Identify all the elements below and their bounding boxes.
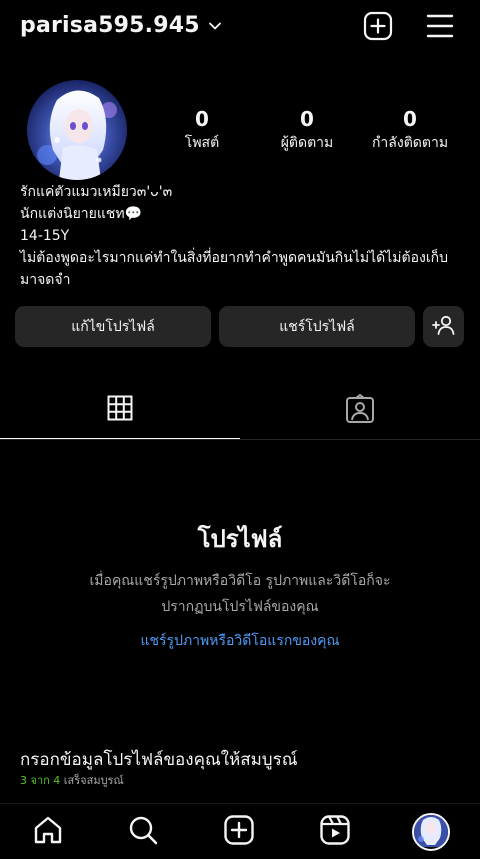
followers-number: 0 bbox=[300, 107, 314, 131]
posts-count: 0 โพสต์ bbox=[147, 106, 257, 154]
nav-create[interactable] bbox=[221, 814, 257, 850]
followers-count[interactable]: 0 ผู้ติดตาม bbox=[252, 106, 362, 154]
nav-reels[interactable] bbox=[317, 814, 353, 850]
profile-tabs bbox=[0, 382, 480, 440]
grid-icon bbox=[107, 395, 133, 425]
tab-tagged[interactable] bbox=[240, 382, 480, 440]
tagged-icon bbox=[345, 394, 375, 428]
discover-people-button[interactable] bbox=[423, 306, 464, 347]
following-number: 0 bbox=[403, 107, 417, 131]
plus-square-icon bbox=[363, 11, 393, 45]
complete-profile-progress: 3 จาก 4 เสร็จสมบูรณ์ bbox=[20, 773, 298, 789]
bio-line: นักแต่งนิยายแชท💬 bbox=[20, 206, 143, 222]
following-count[interactable]: 0 กำลังติดตาม bbox=[355, 106, 465, 154]
username: parisa595.945 bbox=[20, 13, 200, 38]
share-profile-button[interactable]: แชร์โปรไฟล์ bbox=[219, 306, 415, 347]
empty-title: โปรไฟล์ bbox=[197, 525, 283, 553]
progress-suffix: เสร็จสมบูรณ์ bbox=[63, 774, 124, 787]
empty-description: เมื่อคุณแชร์รูปภาพหรือวิดีโอ รูปภาพและวิ… bbox=[89, 573, 391, 615]
top-bar: parisa595.945 bbox=[0, 0, 480, 56]
complete-profile-title: กรอกข้อมูลโปรไฟล์ของคุณให้สมบูรณ์ bbox=[20, 750, 298, 770]
bio-line: 14-15Y bbox=[20, 228, 70, 244]
hamburger-menu-icon bbox=[426, 13, 454, 43]
profile-avatar bbox=[414, 815, 448, 849]
bio-line: รักแค่ตัวแมวเหมียว๓'ᴗ'๓ bbox=[20, 184, 173, 200]
add-person-icon bbox=[431, 314, 456, 340]
nav-search[interactable] bbox=[125, 814, 161, 850]
tab-posts-grid[interactable] bbox=[0, 382, 240, 439]
create-button[interactable] bbox=[361, 11, 395, 45]
complete-profile-section[interactable]: กรอกข้อมูลโปรไฟล์ของคุณให้สมบูรณ์ 3 จาก … bbox=[20, 747, 298, 789]
search-icon bbox=[127, 814, 159, 850]
following-label: กำลังติดตาม bbox=[371, 135, 449, 151]
reels-icon bbox=[319, 814, 351, 850]
nav-home[interactable] bbox=[30, 814, 66, 850]
posts-number: 0 bbox=[195, 107, 209, 131]
profile-avatar[interactable] bbox=[27, 80, 127, 180]
followers-label: ผู้ติดตาม bbox=[280, 135, 334, 151]
share-first-post-link[interactable]: แชร์รูปภาพหรือวิดีโอแรกของคุณ bbox=[0, 630, 480, 652]
bio-line: ไม่ต้องพูดอะไรมากแค่ทำในสิ่งที่อยากทำคำพ… bbox=[20, 250, 448, 288]
menu-button[interactable] bbox=[423, 11, 457, 45]
edit-profile-button[interactable]: แก้ไขโปรไฟล์ bbox=[15, 306, 211, 347]
chevron-down-icon bbox=[208, 14, 222, 39]
posts-label: โพสต์ bbox=[184, 135, 220, 151]
profile-bio: รักแค่ตัวแมวเหมียว๓'ᴗ'๓ นักแต่งนิยายแชท💬… bbox=[20, 181, 460, 291]
progress-count: 3 จาก 4 bbox=[20, 774, 61, 787]
bottom-navigation bbox=[0, 803, 480, 859]
create-icon bbox=[223, 814, 255, 850]
account-switcher[interactable]: parisa595.945 bbox=[20, 12, 222, 39]
home-icon bbox=[32, 814, 64, 850]
empty-profile-state: โปรไฟล์ เมื่อคุณแชร์รูปภาพหรือวิดีโอ รูป… bbox=[0, 520, 480, 652]
nav-profile[interactable] bbox=[412, 813, 450, 851]
